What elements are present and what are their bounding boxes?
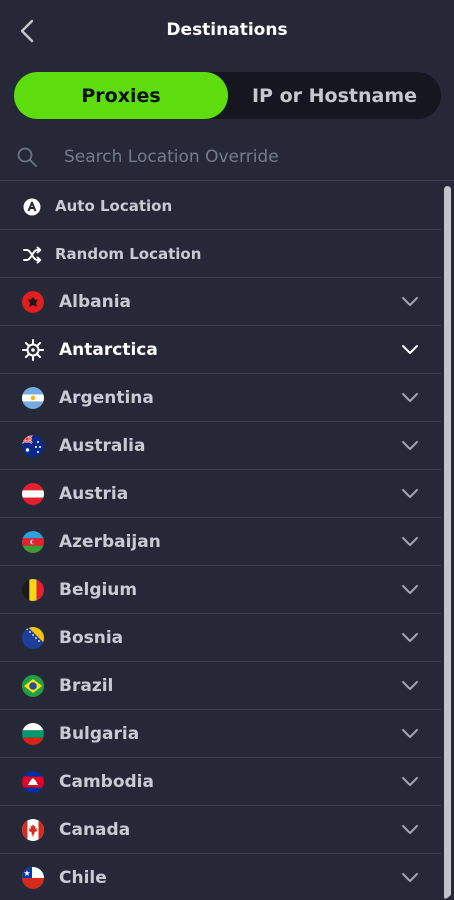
- australia-flag-icon: [22, 435, 44, 457]
- country-item-brazil[interactable]: Brazil: [0, 662, 441, 710]
- shuffle-icon: [23, 246, 42, 264]
- country-label: Albania: [59, 291, 132, 312]
- country-label: Cambodia: [59, 771, 154, 792]
- country-item-chile[interactable]: Chile: [0, 854, 441, 900]
- chevron-down-icon: [402, 681, 418, 690]
- country-label: Brazil: [59, 675, 114, 696]
- destinations-panel: Destinations Proxies IP or Hostname Auto…: [0, 0, 454, 900]
- auto-location-item[interactable]: Auto Location: [0, 182, 441, 230]
- antarctica-flag-icon: [22, 339, 44, 361]
- country-label: Austria: [59, 483, 129, 504]
- country-label: Australia: [59, 435, 146, 456]
- chevron-down-icon: [402, 585, 418, 594]
- country-label: Argentina: [59, 387, 154, 408]
- country-label: Belgium: [59, 579, 138, 600]
- location-list: Auto Location Random Location Albania An…: [0, 182, 441, 900]
- argentina-flag-icon: [22, 387, 44, 409]
- chevron-down-icon: [402, 873, 418, 882]
- albania-flag-icon: [22, 291, 44, 313]
- search-icon: [17, 147, 37, 167]
- country-label: Canada: [59, 819, 131, 840]
- auto-location-icon: [23, 198, 41, 216]
- page-title: Destinations: [166, 20, 288, 40]
- country-item-bosnia[interactable]: Bosnia: [0, 614, 441, 662]
- country-item-belgium[interactable]: Belgium: [0, 566, 441, 614]
- country-item-antarctica[interactable]: Antarctica: [0, 326, 441, 374]
- chevron-down-icon: [402, 537, 418, 546]
- azerbaijan-flag-icon: [22, 531, 44, 553]
- mode-toggle: Proxies IP or Hostname: [14, 72, 441, 119]
- tab-ip-or-hostname[interactable]: IP or Hostname: [228, 72, 441, 119]
- country-label: Bulgaria: [59, 723, 140, 744]
- random-location-item[interactable]: Random Location: [0, 230, 441, 278]
- country-label: Azerbaijan: [59, 531, 161, 552]
- canada-flag-icon: [22, 819, 44, 841]
- scrollbar[interactable]: [444, 186, 451, 900]
- country-label: Chile: [59, 867, 107, 888]
- country-item-azerbaijan[interactable]: Azerbaijan: [0, 518, 441, 566]
- chile-flag-icon: [22, 867, 44, 889]
- chevron-down-icon: [402, 393, 418, 402]
- search-input[interactable]: [62, 142, 436, 172]
- country-label: Antarctica: [59, 339, 158, 360]
- chevron-down-icon: [402, 729, 418, 738]
- country-item-cambodia[interactable]: Cambodia: [0, 758, 441, 806]
- country-item-argentina[interactable]: Argentina: [0, 374, 441, 422]
- country-item-australia[interactable]: Australia: [0, 422, 441, 470]
- header: Destinations: [0, 0, 454, 62]
- chevron-down-icon: [402, 825, 418, 834]
- country-item-canada[interactable]: Canada: [0, 806, 441, 854]
- chevron-down-icon: [402, 441, 418, 450]
- tab-proxies[interactable]: Proxies: [14, 72, 228, 119]
- country-item-bulgaria[interactable]: Bulgaria: [0, 710, 441, 758]
- country-item-austria[interactable]: Austria: [0, 470, 441, 518]
- austria-flag-icon: [22, 483, 44, 505]
- chevron-down-icon: [402, 345, 418, 354]
- cambodia-flag-icon: [22, 771, 44, 793]
- chevron-down-icon: [402, 633, 418, 642]
- country-item-albania[interactable]: Albania: [0, 278, 441, 326]
- list-item-label: Auto Location: [55, 196, 173, 215]
- brazil-flag-icon: [22, 675, 44, 697]
- chevron-down-icon: [402, 297, 418, 306]
- belgium-flag-icon: [22, 579, 44, 601]
- bulgaria-flag-icon: [22, 723, 44, 745]
- search-bar: [0, 132, 454, 181]
- chevron-down-icon: [402, 777, 418, 786]
- country-label: Bosnia: [59, 627, 124, 648]
- bosnia-flag-icon: [22, 627, 44, 649]
- chevron-down-icon: [402, 489, 418, 498]
- list-item-label: Random Location: [55, 244, 202, 263]
